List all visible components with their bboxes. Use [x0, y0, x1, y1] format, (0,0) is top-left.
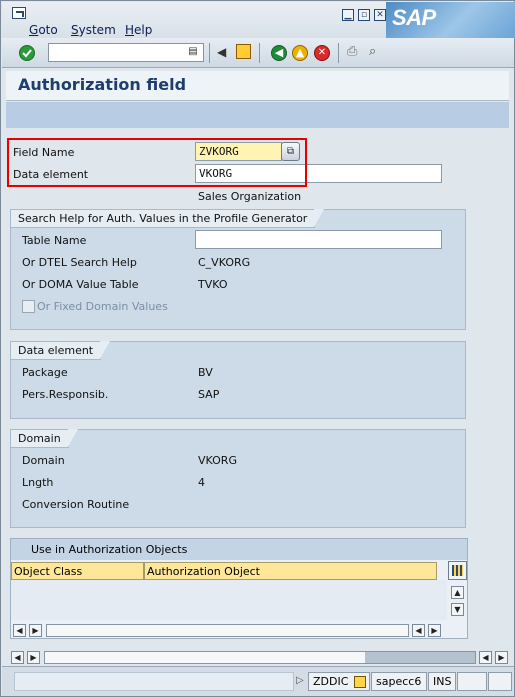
domain-value: VKORG — [198, 454, 237, 467]
dtel-search-help-value: C_VKORG — [198, 256, 251, 269]
toolbar-separator — [209, 43, 210, 63]
table-scroll-up-icon[interactable]: ▲ — [451, 586, 464, 599]
doma-value-table-value: TVKO — [198, 278, 228, 291]
fixed-domain-values-checkbox[interactable] — [22, 300, 35, 313]
back-arrow-icon[interactable]: ◀ — [217, 45, 226, 59]
status-server: sapecc6 — [371, 672, 427, 691]
length-label: Lngth — [22, 476, 54, 489]
dtel-search-help-label: Or DTEL Search Help — [22, 256, 137, 269]
column-header-authorization-object[interactable]: Authorization Object — [144, 562, 437, 580]
menu-bar: Goto System Help ▁ ▫ ✕ SAP — [2, 2, 515, 39]
table-name-input[interactable] — [195, 230, 442, 249]
data-element-description: Sales Organization — [198, 190, 302, 203]
menu-help[interactable]: Help — [125, 23, 152, 37]
menu-system[interactable]: System — [71, 23, 116, 37]
package-label: Package — [22, 366, 68, 379]
doma-value-table-label: Or DOMA Value Table — [22, 278, 139, 291]
table-scroll-left-first-icon[interactable]: ◀ — [13, 624, 26, 637]
menu-goto[interactable]: Goto — [29, 23, 58, 37]
status-mode: INS — [428, 672, 456, 691]
auth-objects-table-title-bar: Use in Authorization Objects — [11, 539, 467, 560]
sap-logo-text: SAP — [392, 5, 436, 30]
screen-horizontal-scrollbar[interactable] — [44, 651, 476, 664]
minimize-icon[interactable]: ▁ — [342, 9, 354, 21]
column-header-object-class[interactable]: Object Class — [11, 562, 144, 580]
menu-mnemonic: S — [71, 23, 79, 37]
domain-group-title: Domain — [11, 429, 78, 448]
auth-objects-table: Use in Authorization Objects Object Clas… — [10, 538, 468, 639]
table-horizontal-scrollbar[interactable] — [46, 624, 409, 637]
application-toolbar — [6, 102, 509, 128]
back-icon[interactable]: ◀ — [271, 45, 287, 61]
status-bar: ▷ ZDDIC sapecc6 INS — [2, 666, 514, 696]
status-expand-icon[interactable]: ▷ — [296, 675, 304, 686]
command-field-dropdown-icon[interactable]: ▤ — [187, 46, 199, 58]
menu-mnemonic: H — [125, 23, 135, 37]
highlight-box — [7, 138, 307, 187]
close-icon[interactable]: ✕ — [374, 9, 386, 21]
title-area: Authorization field — [6, 71, 509, 101]
screen-scroll-right-icon[interactable]: ◀ — [479, 651, 492, 664]
toolbar-separator — [338, 43, 339, 63]
print-icon[interactable]: ⎙ — [347, 44, 357, 59]
data-element-group: Data element — [10, 341, 466, 419]
data-element-group-title: Data element — [11, 341, 111, 360]
session-info-icon[interactable] — [354, 676, 366, 688]
pers-responsib-value: SAP — [198, 388, 220, 401]
restore-icon[interactable]: ▫ — [358, 9, 370, 21]
page-title: Authorization field — [18, 75, 187, 94]
system-menu-icon[interactable] — [12, 7, 26, 19]
package-value: BV — [198, 366, 213, 379]
toolbar-separator — [259, 43, 260, 63]
find-icon[interactable]: ⌕ — [369, 44, 376, 59]
enter-icon[interactable] — [19, 45, 35, 61]
table-scroll-right-last-icon[interactable]: ▶ — [428, 624, 441, 637]
fixed-domain-values-label: Or Fixed Domain Values — [37, 300, 168, 313]
table-scroll-left-icon[interactable]: ▶ — [29, 624, 42, 637]
column-configuration-icon[interactable] — [448, 561, 467, 580]
exit-icon[interactable]: ▲ — [292, 45, 308, 61]
table-scroll-down-icon[interactable]: ▼ — [451, 603, 464, 616]
save-icon[interactable] — [236, 44, 251, 59]
status-message-area — [14, 672, 294, 691]
conversion-routine-label: Conversion Routine — [22, 498, 130, 511]
status-system-text: ZDDIC — [313, 675, 349, 688]
table-name-label: Table Name — [22, 234, 87, 247]
cancel-icon[interactable]: ✕ — [314, 45, 330, 61]
auth-objects-table-title: Use in Authorization Objects — [31, 543, 188, 556]
auth-objects-table-body — [11, 580, 447, 620]
status-extra-field — [457, 672, 487, 691]
sap-logo: SAP — [386, 2, 515, 39]
menu-mnemonic: G — [29, 23, 39, 37]
search-help-group-title: Search Help for Auth. Values in the Prof… — [11, 209, 325, 228]
table-scroll-right-icon[interactable]: ◀ — [412, 624, 425, 637]
domain-label: Domain — [22, 454, 65, 467]
sap-window: Goto System Help ▁ ▫ ✕ SAP ▤ ◀ ◀ ▲ ✕ ⎙ ⌕… — [0, 0, 515, 697]
domain-group: Domain — [10, 429, 466, 528]
pers-responsib-label: Pers.Responsib. — [22, 388, 109, 401]
length-value: 4 — [198, 476, 205, 489]
status-end-field — [488, 672, 512, 691]
screen-scroll-right-step-icon[interactable]: ▶ — [27, 651, 40, 664]
screen-scroll-right-end-icon[interactable]: ▶ — [495, 651, 508, 664]
screen-scroll-left-icon[interactable]: ◀ — [11, 651, 24, 664]
command-field[interactable] — [48, 43, 204, 62]
